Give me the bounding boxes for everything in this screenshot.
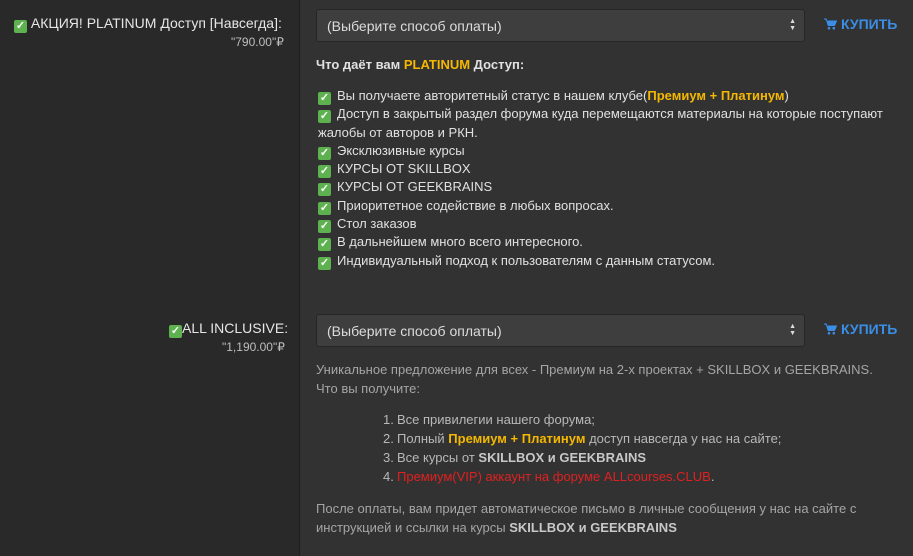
check-mark-icon: ✓ <box>318 110 331 124</box>
buy-button[interactable]: КУПИТЬ <box>824 321 897 337</box>
list-item: 4. Премиум(VIP) аккаунт на форуме ALLcour… <box>383 469 715 484</box>
check-mark-icon: ✓ <box>318 220 331 234</box>
buy-button[interactable]: КУПИТЬ <box>824 16 897 32</box>
list-item: ✓ Вы получаете авторитетный статус в наше… <box>318 88 789 105</box>
left-column <box>0 0 300 556</box>
cart-icon <box>824 323 837 335</box>
list-item: ✓ Индивидуальный подход к пользователям с… <box>318 252 716 270</box>
payment-method-select[interactable]: (Выберите способ оплаты) ▲ ▼ <box>316 314 805 347</box>
offer-title-platinum: ✓ АКЦИЯ! PLATINUM Доступ [Навсегда]: <box>14 15 282 33</box>
check-mark-icon: ✓ <box>318 201 331 215</box>
list-item: ✓ Стол заказов <box>318 216 417 234</box>
list-item: ✓ КУРСЫ ОТ SKILLBOX <box>318 161 471 179</box>
list-item: ✓ Доступ в закрытый раздел форума куда пе… <box>318 106 883 140</box>
list-item: ✓ Эксклюзивные курсы <box>318 142 465 160</box>
list-item: 1. Все привилегии нашего форума; <box>383 412 595 427</box>
offer-price-all-inclusive: "1,190.00"₽ <box>222 340 285 354</box>
platinum-heading: Что даёт вам PLATINUM Доступ: <box>316 57 525 72</box>
check-mark-icon: ✓ <box>318 165 331 179</box>
payment-method-select[interactable]: (Выберите способ оплаты) ▲ ▼ <box>316 9 805 42</box>
check-mark-icon: ✓ <box>318 146 331 160</box>
check-mark-icon: ✓ <box>169 325 182 338</box>
check-mark-icon: ✓ <box>14 20 27 33</box>
list-item: ✓ КУРСЫ ОТ GEEKBRAINS <box>318 179 493 197</box>
cart-icon <box>824 18 837 30</box>
select-arrows-icon: ▲ ▼ <box>789 323 796 337</box>
check-mark-icon: ✓ <box>318 238 331 252</box>
inclusive-intro: Уникальное предложение для всех - Премиу… <box>316 362 873 396</box>
inclusive-benefits-list: 1. Все привилегии нашего форума; 2. Полный… <box>383 410 781 486</box>
check-mark-icon: ✓ <box>318 183 331 197</box>
offer-price-platinum: "790.00"₽ <box>231 35 284 49</box>
list-item: 3. Все курсы от SKILLBOX и GEEKBRAINS <box>383 450 647 465</box>
platinum-benefits-list: ✓ Вы получаете авторитетный статус в наше… <box>318 87 903 270</box>
check-mark-icon: ✓ <box>318 92 331 105</box>
list-item: 2. Полный Премиум + Платинум доступ навсе… <box>383 431 782 446</box>
inclusive-outro: После оплаты, вам придет автоматическое … <box>316 501 857 535</box>
list-item: ✓ Приоритетное содействие в любых вопроса… <box>318 197 614 215</box>
offer-title-all-inclusive: ✓ ALL INCLUSIVE: <box>169 320 289 338</box>
list-item: ✓ В дальнейшем много всего интересного. <box>318 234 583 252</box>
select-arrows-icon: ▲ ▼ <box>789 18 796 32</box>
check-mark-icon: ✓ <box>318 256 331 270</box>
